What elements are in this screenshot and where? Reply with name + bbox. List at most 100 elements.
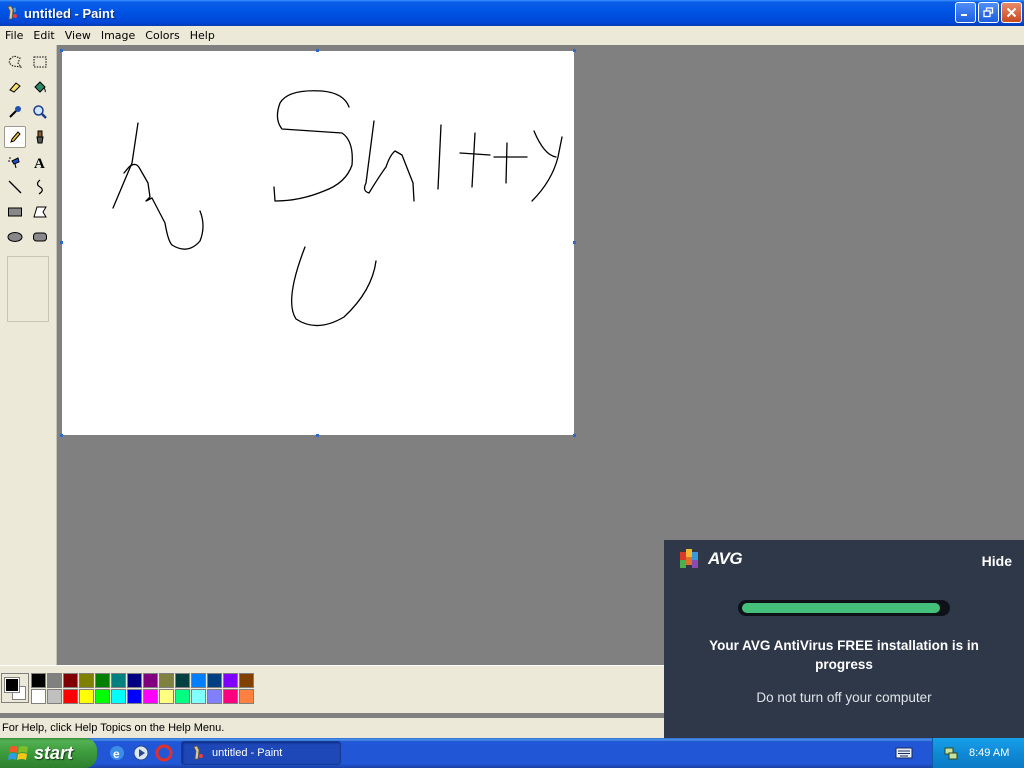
start-button[interactable]: start	[0, 738, 97, 768]
drawing-canvas[interactable]	[62, 51, 574, 435]
resize-handle[interactable]	[60, 241, 63, 244]
opera-icon[interactable]	[155, 744, 173, 762]
pencil-icon[interactable]	[4, 126, 26, 148]
eraser-icon[interactable]	[4, 76, 26, 98]
palette-swatch[interactable]	[143, 673, 158, 688]
palette-swatch[interactable]	[223, 673, 238, 688]
status-bar: For Help, click Help Topics on the Help …	[0, 718, 664, 738]
free-form-select-icon[interactable]	[4, 51, 26, 73]
palette-swatch[interactable]	[159, 673, 174, 688]
palette-swatch[interactable]	[143, 689, 158, 704]
install-message: Your AVG AntiVirus FREE installation is …	[709, 638, 979, 672]
menu-view[interactable]: View	[60, 29, 96, 42]
menu-colors[interactable]: Colors	[140, 29, 184, 42]
palette-swatch[interactable]	[175, 689, 190, 704]
scribble-t1	[459, 132, 491, 188]
airbrush-icon[interactable]	[4, 151, 26, 173]
media-player-icon[interactable]	[132, 744, 150, 762]
avg-install-popup: AVG Hide Your AVG AntiVirus FREE install…	[664, 540, 1024, 738]
taskbar-paint-label: untitled - Paint	[212, 747, 283, 759]
install-submessage: Do not turn off your computer	[756, 690, 932, 705]
polygon-icon[interactable]	[29, 201, 51, 223]
progress-fill	[742, 603, 940, 613]
menu-file[interactable]: File	[0, 29, 28, 42]
palette-swatch[interactable]	[191, 673, 206, 688]
palette-swatch[interactable]	[223, 689, 238, 704]
brush-icon[interactable]	[29, 126, 51, 148]
scribble-t2	[493, 142, 528, 184]
svg-text:e: e	[113, 747, 120, 761]
palette-swatch[interactable]	[95, 673, 110, 688]
magnifier-icon[interactable]	[29, 101, 51, 123]
palette-swatch[interactable]	[239, 689, 254, 704]
palette-swatch[interactable]	[31, 689, 46, 704]
palette-swatch[interactable]	[63, 673, 78, 688]
palette-swatch[interactable]	[159, 689, 174, 704]
scribble-u	[291, 246, 377, 327]
select-icon[interactable]	[29, 51, 51, 73]
menu-image[interactable]: Image	[96, 29, 140, 42]
palette-swatch[interactable]	[111, 689, 126, 704]
palette-swatch[interactable]	[79, 673, 94, 688]
color-palette	[0, 665, 664, 713]
taskbar-paint-button[interactable]: untitled - Paint	[181, 741, 341, 765]
minimize-button[interactable]	[955, 2, 976, 23]
palette-swatch[interactable]	[207, 673, 222, 688]
maximize-button[interactable]	[978, 2, 999, 23]
palette-swatch[interactable]	[127, 689, 142, 704]
palette-swatch[interactable]	[239, 673, 254, 688]
resize-handle[interactable]	[573, 49, 576, 52]
windows-logo-icon	[8, 746, 28, 760]
rounded-rectangle-icon[interactable]	[29, 226, 51, 248]
resize-handle[interactable]	[573, 241, 576, 244]
internet-explorer-icon[interactable]: e	[108, 744, 126, 762]
text-icon[interactable]: A	[29, 151, 51, 173]
palette-swatch[interactable]	[63, 689, 78, 704]
palette-swatch[interactable]	[127, 673, 142, 688]
avg-logo-icon	[680, 549, 698, 568]
close-button[interactable]	[1001, 2, 1022, 23]
title-bar: untitled - Paint	[0, 0, 1024, 26]
resize-handle[interactable]	[316, 49, 319, 52]
palette-swatch[interactable]	[175, 673, 190, 688]
install-progress-bar	[738, 600, 950, 616]
hide-button[interactable]: Hide	[982, 553, 1012, 569]
resize-handle[interactable]	[573, 434, 576, 437]
palette-swatch[interactable]	[191, 689, 206, 704]
foreground-color-swatch[interactable]	[4, 677, 20, 693]
palette-swatch[interactable]	[95, 689, 110, 704]
tool-options-box[interactable]	[7, 256, 49, 322]
avg-brand: AVG	[708, 549, 743, 568]
curve-icon[interactable]	[29, 176, 51, 198]
resize-handle[interactable]	[60, 49, 63, 52]
toolbox: A	[0, 45, 57, 665]
pick-color-icon[interactable]	[4, 101, 26, 123]
menu-bar: File Edit View Image Colors Help	[0, 26, 1024, 45]
network-icon[interactable]	[943, 745, 959, 761]
clock[interactable]: 8:49 AM	[969, 747, 1009, 759]
palette-swatch[interactable]	[31, 673, 46, 688]
taskbar: start e untitled - Paint 8:49 AM	[0, 738, 1024, 768]
palette-swatch[interactable]	[47, 673, 62, 688]
palette-swatch[interactable]	[47, 689, 62, 704]
ellipse-icon[interactable]	[4, 226, 26, 248]
scribble-s	[273, 90, 353, 202]
line-icon[interactable]	[4, 176, 26, 198]
menu-edit[interactable]: Edit	[28, 29, 59, 42]
resize-handle[interactable]	[60, 434, 63, 437]
canvas-drawing	[112, 90, 563, 327]
palette-swatch[interactable]	[111, 673, 126, 688]
paint-app-icon	[7, 5, 17, 20]
menu-help[interactable]: Help	[185, 29, 220, 42]
fill-with-color-icon[interactable]	[29, 76, 51, 98]
scribble-i	[437, 124, 442, 190]
rectangle-icon[interactable]	[4, 201, 26, 223]
palette-swatch[interactable]	[207, 689, 222, 704]
scribble-h2	[363, 120, 415, 202]
palette-swatch[interactable]	[79, 689, 94, 704]
current-colors[interactable]	[1, 673, 29, 703]
avg-logo: AVG	[679, 548, 743, 570]
keyboard-icon[interactable]	[895, 746, 913, 760]
scribble-y	[531, 130, 563, 202]
resize-handle[interactable]	[316, 434, 319, 437]
